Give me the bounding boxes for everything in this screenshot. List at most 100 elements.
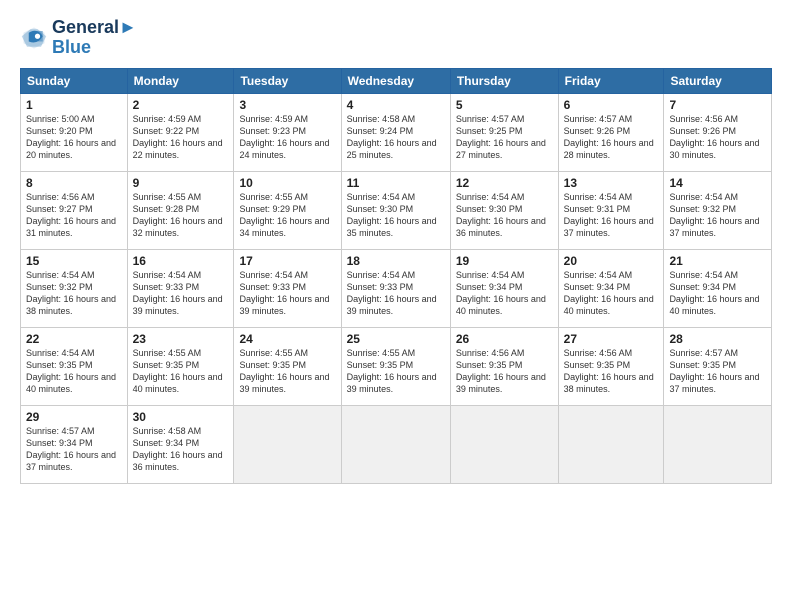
col-header-sunday: Sunday — [21, 68, 128, 93]
day-number: 18 — [347, 254, 445, 268]
cell-info: Sunrise: 4:56 AMSunset: 9:35 PMDaylight:… — [564, 347, 659, 396]
cell-info: Sunrise: 4:56 AMSunset: 9:26 PMDaylight:… — [669, 113, 766, 162]
calendar-cell: 1Sunrise: 5:00 AMSunset: 9:20 PMDaylight… — [21, 93, 128, 171]
day-number: 28 — [669, 332, 766, 346]
cell-info: Sunrise: 4:57 AMSunset: 9:26 PMDaylight:… — [564, 113, 659, 162]
day-number: 21 — [669, 254, 766, 268]
cell-info: Sunrise: 4:57 AMSunset: 9:34 PMDaylight:… — [26, 425, 122, 474]
cell-info: Sunrise: 4:55 AMSunset: 9:35 PMDaylight:… — [239, 347, 335, 396]
cell-info: Sunrise: 4:57 AMSunset: 9:35 PMDaylight:… — [669, 347, 766, 396]
day-number: 26 — [456, 332, 553, 346]
day-number: 29 — [26, 410, 122, 424]
day-number: 4 — [347, 98, 445, 112]
calendar-cell: 6Sunrise: 4:57 AMSunset: 9:26 PMDaylight… — [558, 93, 664, 171]
day-number: 9 — [133, 176, 229, 190]
day-number: 13 — [564, 176, 659, 190]
calendar-cell — [450, 405, 558, 483]
calendar-cell: 29Sunrise: 4:57 AMSunset: 9:34 PMDayligh… — [21, 405, 128, 483]
calendar-cell: 8Sunrise: 4:56 AMSunset: 9:27 PMDaylight… — [21, 171, 128, 249]
day-number: 6 — [564, 98, 659, 112]
calendar-cell: 20Sunrise: 4:54 AMSunset: 9:34 PMDayligh… — [558, 249, 664, 327]
cell-info: Sunrise: 4:55 AMSunset: 9:35 PMDaylight:… — [347, 347, 445, 396]
cell-info: Sunrise: 4:59 AMSunset: 9:22 PMDaylight:… — [133, 113, 229, 162]
calendar-cell: 24Sunrise: 4:55 AMSunset: 9:35 PMDayligh… — [234, 327, 341, 405]
logo: General► Blue — [20, 18, 137, 58]
day-number: 20 — [564, 254, 659, 268]
day-number: 3 — [239, 98, 335, 112]
day-number: 30 — [133, 410, 229, 424]
calendar-cell: 12Sunrise: 4:54 AMSunset: 9:30 PMDayligh… — [450, 171, 558, 249]
cell-info: Sunrise: 4:59 AMSunset: 9:23 PMDaylight:… — [239, 113, 335, 162]
calendar-cell: 14Sunrise: 4:54 AMSunset: 9:32 PMDayligh… — [664, 171, 772, 249]
day-number: 17 — [239, 254, 335, 268]
calendar-cell: 9Sunrise: 4:55 AMSunset: 9:28 PMDaylight… — [127, 171, 234, 249]
calendar-cell: 13Sunrise: 4:54 AMSunset: 9:31 PMDayligh… — [558, 171, 664, 249]
cell-info: Sunrise: 4:55 AMSunset: 9:28 PMDaylight:… — [133, 191, 229, 240]
calendar-cell: 7Sunrise: 4:56 AMSunset: 9:26 PMDaylight… — [664, 93, 772, 171]
calendar-cell: 2Sunrise: 4:59 AMSunset: 9:22 PMDaylight… — [127, 93, 234, 171]
col-header-friday: Friday — [558, 68, 664, 93]
cell-info: Sunrise: 4:54 AMSunset: 9:34 PMDaylight:… — [669, 269, 766, 318]
calendar-cell: 26Sunrise: 4:56 AMSunset: 9:35 PMDayligh… — [450, 327, 558, 405]
calendar-cell: 3Sunrise: 4:59 AMSunset: 9:23 PMDaylight… — [234, 93, 341, 171]
cell-info: Sunrise: 4:58 AMSunset: 9:24 PMDaylight:… — [347, 113, 445, 162]
logo-text: General► Blue — [52, 18, 137, 58]
calendar-table: SundayMondayTuesdayWednesdayThursdayFrid… — [20, 68, 772, 484]
calendar-cell — [664, 405, 772, 483]
day-number: 11 — [347, 176, 445, 190]
calendar-cell: 19Sunrise: 4:54 AMSunset: 9:34 PMDayligh… — [450, 249, 558, 327]
calendar-cell — [341, 405, 450, 483]
calendar-cell: 11Sunrise: 4:54 AMSunset: 9:30 PMDayligh… — [341, 171, 450, 249]
calendar-cell: 4Sunrise: 4:58 AMSunset: 9:24 PMDaylight… — [341, 93, 450, 171]
calendar-cell: 25Sunrise: 4:55 AMSunset: 9:35 PMDayligh… — [341, 327, 450, 405]
calendar-cell: 30Sunrise: 4:58 AMSunset: 9:34 PMDayligh… — [127, 405, 234, 483]
day-number: 5 — [456, 98, 553, 112]
cell-info: Sunrise: 5:00 AMSunset: 9:20 PMDaylight:… — [26, 113, 122, 162]
cell-info: Sunrise: 4:54 AMSunset: 9:32 PMDaylight:… — [26, 269, 122, 318]
day-number: 23 — [133, 332, 229, 346]
cell-info: Sunrise: 4:56 AMSunset: 9:27 PMDaylight:… — [26, 191, 122, 240]
day-number: 25 — [347, 332, 445, 346]
cell-info: Sunrise: 4:54 AMSunset: 9:33 PMDaylight:… — [347, 269, 445, 318]
cell-info: Sunrise: 4:54 AMSunset: 9:31 PMDaylight:… — [564, 191, 659, 240]
cell-info: Sunrise: 4:55 AMSunset: 9:29 PMDaylight:… — [239, 191, 335, 240]
col-header-saturday: Saturday — [664, 68, 772, 93]
day-number: 10 — [239, 176, 335, 190]
cell-info: Sunrise: 4:54 AMSunset: 9:30 PMDaylight:… — [347, 191, 445, 240]
calendar-cell: 16Sunrise: 4:54 AMSunset: 9:33 PMDayligh… — [127, 249, 234, 327]
calendar-cell: 23Sunrise: 4:55 AMSunset: 9:35 PMDayligh… — [127, 327, 234, 405]
calendar-cell: 27Sunrise: 4:56 AMSunset: 9:35 PMDayligh… — [558, 327, 664, 405]
calendar-cell: 5Sunrise: 4:57 AMSunset: 9:25 PMDaylight… — [450, 93, 558, 171]
col-header-wednesday: Wednesday — [341, 68, 450, 93]
day-number: 15 — [26, 254, 122, 268]
day-number: 12 — [456, 176, 553, 190]
col-header-tuesday: Tuesday — [234, 68, 341, 93]
calendar-cell: 17Sunrise: 4:54 AMSunset: 9:33 PMDayligh… — [234, 249, 341, 327]
cell-info: Sunrise: 4:57 AMSunset: 9:25 PMDaylight:… — [456, 113, 553, 162]
cell-info: Sunrise: 4:54 AMSunset: 9:35 PMDaylight:… — [26, 347, 122, 396]
calendar-cell: 10Sunrise: 4:55 AMSunset: 9:29 PMDayligh… — [234, 171, 341, 249]
calendar-cell — [234, 405, 341, 483]
header: General► Blue — [20, 18, 772, 58]
day-number: 7 — [669, 98, 766, 112]
cell-info: Sunrise: 4:54 AMSunset: 9:33 PMDaylight:… — [133, 269, 229, 318]
col-header-thursday: Thursday — [450, 68, 558, 93]
col-header-monday: Monday — [127, 68, 234, 93]
cell-info: Sunrise: 4:54 AMSunset: 9:30 PMDaylight:… — [456, 191, 553, 240]
calendar-cell: 18Sunrise: 4:54 AMSunset: 9:33 PMDayligh… — [341, 249, 450, 327]
cell-info: Sunrise: 4:58 AMSunset: 9:34 PMDaylight:… — [133, 425, 229, 474]
page: General► Blue SundayMondayTuesdayWednesd… — [0, 0, 792, 612]
day-number: 24 — [239, 332, 335, 346]
cell-info: Sunrise: 4:54 AMSunset: 9:34 PMDaylight:… — [564, 269, 659, 318]
day-number: 16 — [133, 254, 229, 268]
logo-icon — [20, 24, 48, 52]
day-number: 8 — [26, 176, 122, 190]
cell-info: Sunrise: 4:56 AMSunset: 9:35 PMDaylight:… — [456, 347, 553, 396]
day-number: 1 — [26, 98, 122, 112]
day-number: 22 — [26, 332, 122, 346]
calendar-cell: 21Sunrise: 4:54 AMSunset: 9:34 PMDayligh… — [664, 249, 772, 327]
calendar-cell — [558, 405, 664, 483]
day-number: 27 — [564, 332, 659, 346]
cell-info: Sunrise: 4:55 AMSunset: 9:35 PMDaylight:… — [133, 347, 229, 396]
calendar-cell: 28Sunrise: 4:57 AMSunset: 9:35 PMDayligh… — [664, 327, 772, 405]
